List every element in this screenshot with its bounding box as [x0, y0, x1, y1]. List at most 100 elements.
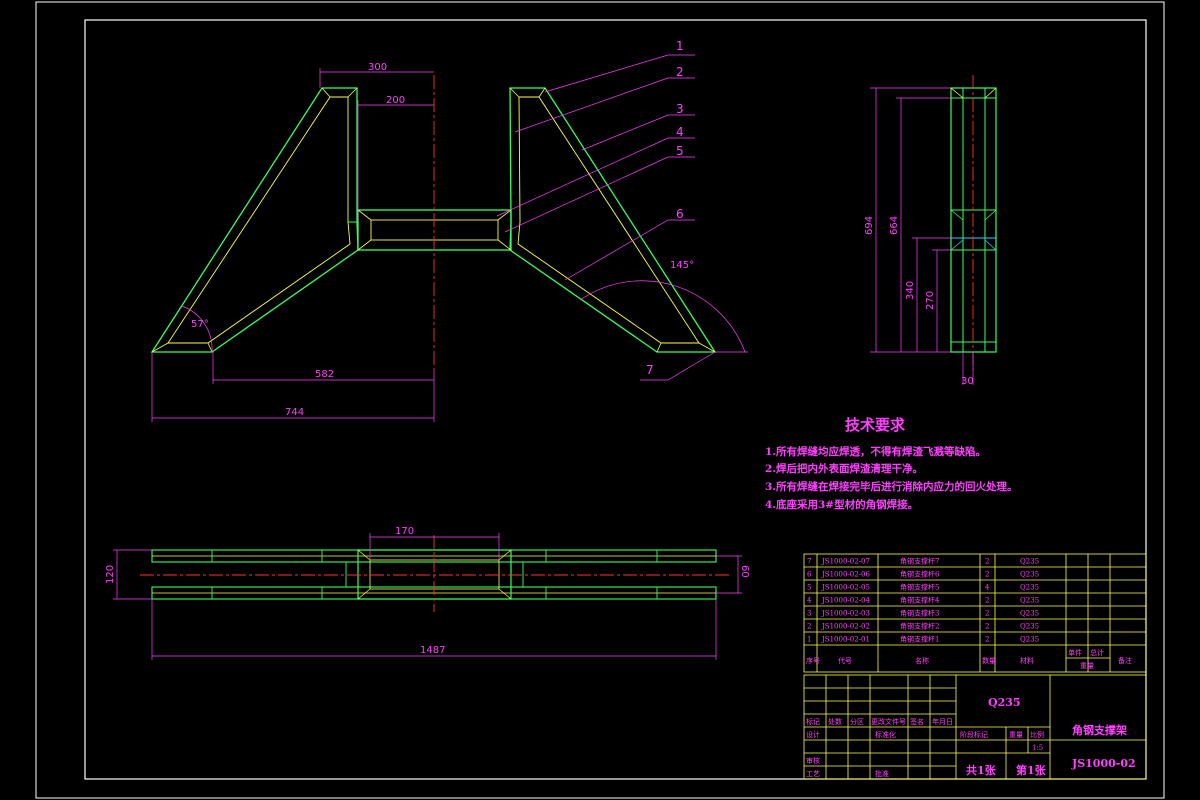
parts-row-6-no: 6: [807, 571, 812, 579]
parts-row-2-qty: 2: [985, 623, 989, 631]
tb-approve: 批准: [875, 769, 889, 778]
tb-stage-mark: 阶段标记: [960, 730, 988, 739]
parts-row-1-name: 角钢支撑杆1: [900, 635, 939, 644]
parts-list: 7 JS1000-02-07 角钢支撑杆7 2 Q235 6 JS1000-02-06 角钢支…: [803, 553, 1147, 673]
parts-header-note: 备注: [1118, 656, 1132, 665]
side-view: 694 664 340 270 30: [864, 75, 997, 387]
parts-row-3-code: JS1000-02-03: [821, 610, 870, 618]
parts-row-5-qty: 4: [985, 584, 990, 592]
dim-270: 270: [925, 291, 936, 310]
title-block: 标记 处数 分区 更改文件号 签名 年月日 设计 标准化 审核 工艺 批准 阶段…: [803, 674, 1147, 780]
dim-170: 170: [395, 526, 414, 537]
technical-requirements: 技术要求 1.所有焊缝均应焊透，不得有焊渣飞溅等缺陷。 2.焊后把内外表面焊渣清…: [765, 416, 1017, 511]
center-box-outline: [357, 209, 512, 251]
dim-1487: 1487: [420, 645, 445, 656]
parts-row-5-material: Q235: [1020, 584, 1039, 592]
dim-30: 30: [961, 376, 974, 387]
left-leg-outline: [150, 87, 359, 353]
parts-row-4-qty: 2: [985, 597, 989, 605]
left-leg-inner: [167, 96, 351, 344]
parts-row-1-no: 1: [807, 636, 811, 644]
dim-744: 744: [285, 407, 304, 418]
parts-row-3-qty: 2: [985, 610, 989, 618]
tech-req-line-2: 2.焊后把内外表面焊渣清理干净。: [765, 462, 923, 475]
cad-drawing-canvas: 300 200 582 744 57° 145° 1 2 3 4 5 6 7 6…: [35, 1, 1165, 799]
parts-row-7-code: JS1000-02-07: [821, 558, 870, 566]
balloon-7: 7: [646, 363, 654, 377]
parts-header-no: 序号: [806, 656, 820, 665]
side-outline: [950, 87, 997, 353]
dim-694: 694: [864, 216, 875, 235]
parts-row-6-qty: 2: [985, 571, 989, 579]
parts-header-total: 总计: [1090, 648, 1104, 657]
parts-row-2-code: JS1000-02-02: [821, 623, 870, 631]
parts-row-4-code: JS1000-02-04: [821, 597, 871, 605]
parts-row-6-material: Q235: [1020, 571, 1039, 579]
balloon-4: 4: [676, 125, 684, 139]
parts-row-1-material: Q235: [1020, 636, 1039, 644]
tb-scale-label: 比例: [1030, 730, 1044, 739]
tb-label-mark: 标记: [806, 717, 820, 726]
tb-scale-value: 1:5: [1032, 744, 1043, 752]
dim-582: 582: [315, 369, 334, 380]
tb-sheets-total: 共1张: [966, 763, 997, 777]
front-dimensions: [151, 68, 748, 422]
tech-req-title: 技术要求: [845, 416, 906, 434]
tb-label-sign: 签名: [910, 717, 924, 726]
tech-req-line-4: 4.底座采用3#型材的角钢焊接。: [765, 498, 918, 511]
dim-120: 120: [105, 565, 116, 584]
parts-row-7-name: 角钢支撑杆7: [900, 557, 939, 566]
parts-row-6-code: JS1000-02-06: [821, 571, 871, 579]
parts-header-code: 代号: [838, 656, 852, 665]
parts-header-qty: 数量: [982, 656, 996, 665]
balloon-1: 1: [676, 39, 684, 53]
tb-process: 工艺: [806, 770, 820, 778]
center-box-inner: [370, 219, 499, 241]
parts-row-2-name: 角钢支撑杆2: [900, 622, 939, 631]
tech-req-line-1: 1.所有焊缝均应焊透，不得有焊渣飞溅等缺陷。: [765, 445, 986, 458]
parts-row-4-material: Q235: [1020, 597, 1039, 605]
tb-sheet-no: 第1张: [1016, 763, 1047, 777]
balloon-2: 2: [676, 65, 684, 79]
parts-row-3-no: 3: [807, 610, 811, 618]
parts-row-2-no: 2: [807, 623, 811, 631]
tb-label-zone: 分区: [850, 717, 864, 726]
tech-req-line-3: 3.所有焊缝在焊接完毕后进行消除内应力的回火处理。: [765, 480, 1017, 493]
front-view: 300 200 582 744 57° 145° 1 2 3 4 5 6 7: [150, 39, 748, 422]
parts-header-weight: 重量: [1080, 662, 1094, 670]
balloon-3: 3: [676, 102, 684, 116]
parts-row-3-name: 角钢支撑杆3: [900, 609, 939, 618]
balloon-6: 6: [676, 207, 684, 221]
dim-664: 664: [889, 216, 900, 235]
outer-sheet-border: [35, 1, 1165, 799]
tb-drawing-title: 角钢支撑架: [1072, 723, 1127, 737]
dim-200: 200: [386, 95, 405, 106]
parts-row-5-code: JS1000-02-05: [821, 584, 870, 592]
parts-row-6-name: 角钢支撑杆6: [900, 570, 940, 579]
parts-row-7-no: 7: [807, 558, 811, 566]
parts-row-5-name: 角钢支撑杆5: [900, 583, 939, 592]
dim-340: 340: [905, 281, 916, 300]
tb-material: Q235: [988, 696, 1021, 709]
tb-label-changedoc: 更改文件号: [871, 717, 906, 726]
tb-label-date: 年月日: [932, 717, 953, 726]
parts-header-name: 名称: [915, 656, 929, 665]
tb-design: 设计: [806, 730, 820, 739]
parts-row-1-code: JS1000-02-01: [821, 636, 870, 644]
tb-standardize: 标准化: [875, 730, 896, 739]
parts-row-4-no: 4: [807, 597, 812, 605]
inner-frame-border: [84, 19, 1147, 780]
parts-row-2-material: Q235: [1020, 623, 1039, 631]
parts-row-3-material: Q235: [1020, 610, 1039, 618]
parts-header-unit: 单件: [1068, 648, 1082, 657]
tb-drawing-number: JS1000-02: [1071, 757, 1136, 770]
dim-angle-145: 145°: [670, 260, 694, 271]
parts-row-5-no: 5: [807, 584, 811, 592]
parts-row-7-material: Q235: [1020, 558, 1039, 566]
dim-60: 60: [739, 565, 750, 578]
bottom-view: 170 120 60 1487: [105, 526, 750, 660]
parts-row-7-qty: 2: [985, 558, 989, 566]
parts-row-1-qty: 2: [985, 636, 989, 644]
dim-300: 300: [368, 62, 387, 73]
tb-weight: 重量: [1009, 731, 1023, 739]
